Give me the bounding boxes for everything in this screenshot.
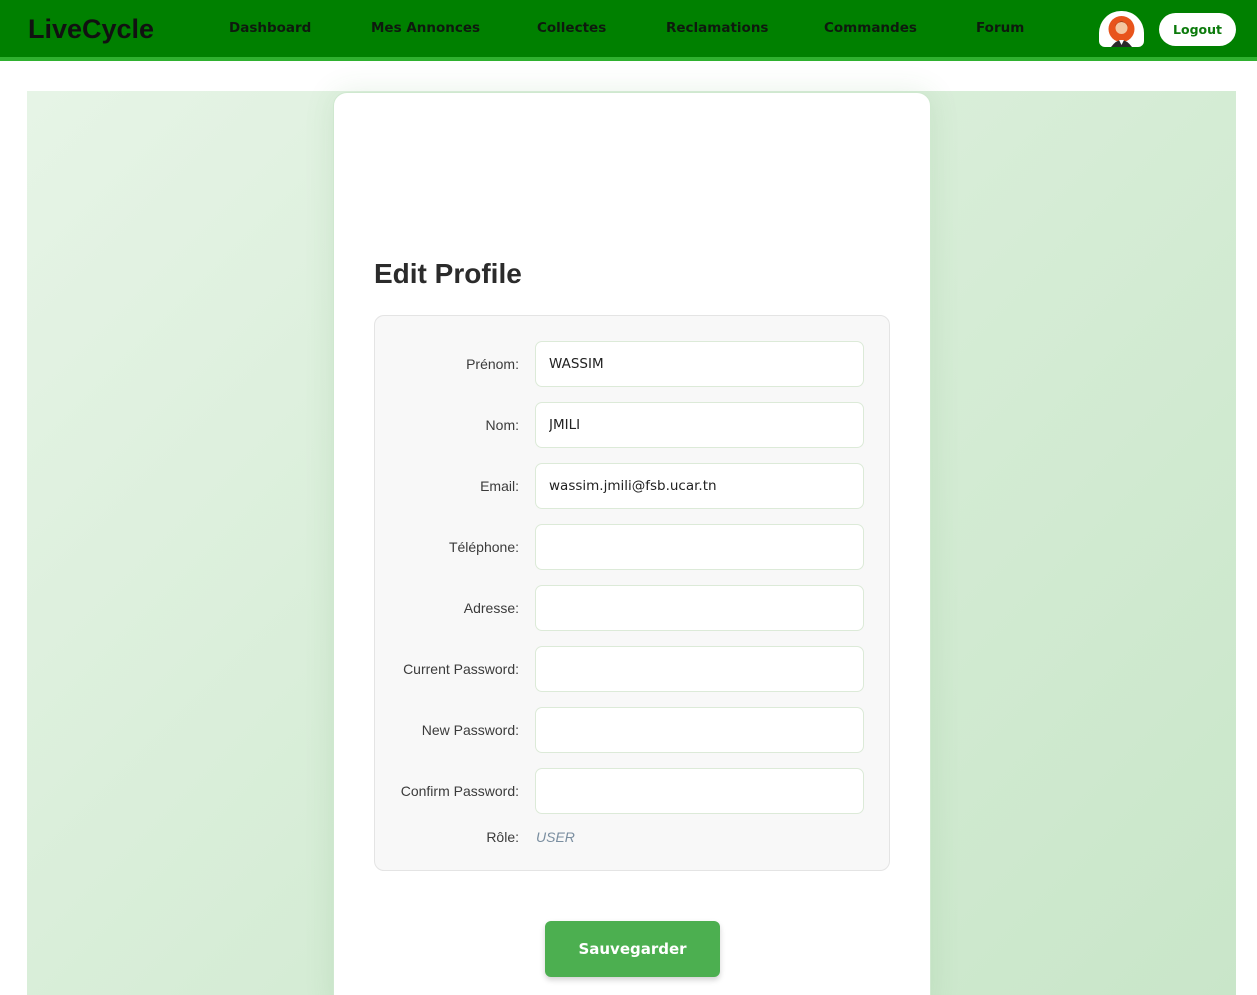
nom-input[interactable] — [535, 402, 864, 448]
page-title: Edit Profile — [374, 258, 522, 289]
adresse-input[interactable] — [535, 585, 864, 631]
field-label-prenom: Prénom: — [466, 356, 519, 372]
new-password-input[interactable] — [535, 707, 864, 753]
field-label-new-password: New Password: — [421, 722, 519, 738]
telephone-input[interactable] — [535, 524, 864, 570]
confirm-password-input[interactable] — [535, 768, 864, 814]
field-label-telephone: Téléphone: — [448, 539, 519, 555]
nav-link-commandes[interactable]: Commandes — [824, 20, 917, 36]
field-label-role: Rôle: — [486, 829, 519, 845]
field-label-confirm-password: Confirm Password: — [400, 783, 519, 799]
email-input[interactable] — [535, 463, 864, 509]
field-label-nom: Nom: — [485, 417, 519, 433]
brand-logo[interactable]: LiveCycle — [28, 14, 154, 45]
field-label-current-password: Current Password: — [403, 661, 519, 677]
avatar[interactable] — [1099, 11, 1144, 47]
user-avatar-icon — [1108, 16, 1135, 47]
nav-link-mes-annonces[interactable]: Mes Annonces — [371, 20, 480, 36]
field-label-email: Email: — [480, 478, 519, 494]
nav-link-collectes[interactable]: Collectes — [537, 20, 606, 36]
prenom-input[interactable] — [535, 341, 864, 387]
logout-button[interactable]: Logout — [1159, 13, 1236, 46]
save-button[interactable]: Sauvegarder — [545, 921, 720, 977]
nav-link-dashboard[interactable]: Dashboard — [229, 20, 311, 36]
top-navbar: LiveCycle Dashboard Mes Annonces Collect… — [0, 0, 1257, 61]
nav-link-reclamations[interactable]: Reclamations — [666, 20, 768, 36]
current-password-input[interactable] — [535, 646, 864, 692]
role-value: USER — [536, 829, 575, 845]
nav-link-forum[interactable]: Forum — [976, 20, 1024, 36]
field-label-adresse: Adresse: — [463, 600, 519, 616]
